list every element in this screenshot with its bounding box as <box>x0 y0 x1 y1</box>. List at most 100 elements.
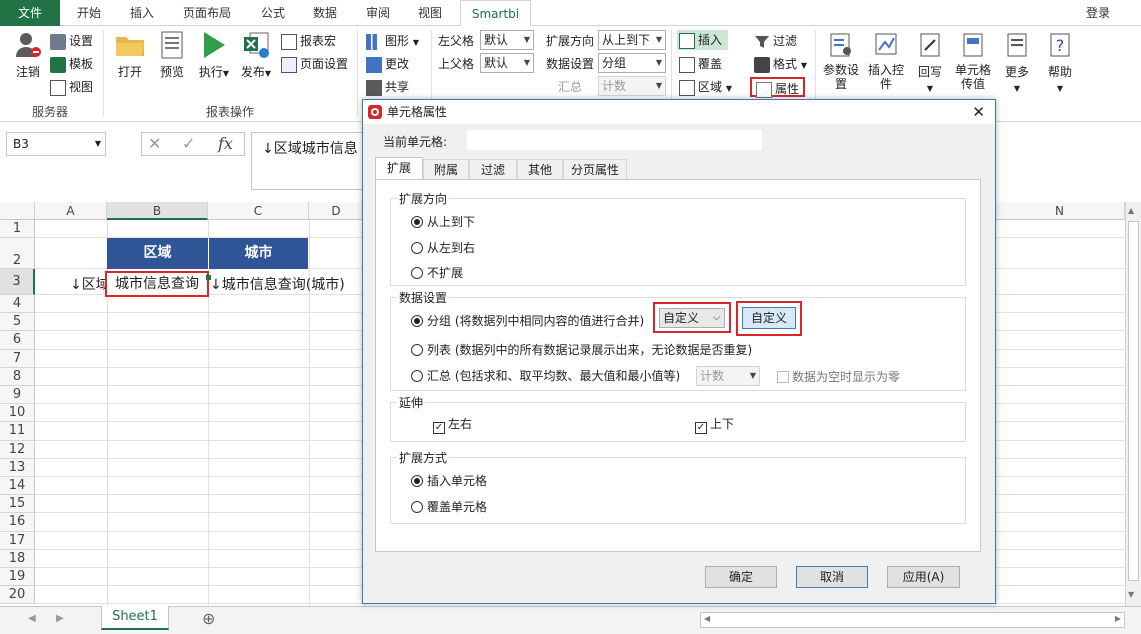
row-header[interactable]: 17 <box>0 531 35 550</box>
dialog-tab-pagination[interactable]: 分页属性 <box>563 159 627 179</box>
confirm-formula-icon[interactable]: ✓ <box>182 133 195 155</box>
column-header[interactable]: N <box>995 202 1125 220</box>
cancel-button[interactable]: 取消 <box>796 566 868 588</box>
column-header[interactable]: B <box>107 202 208 220</box>
cancel-formula-icon[interactable]: ✕ <box>148 133 161 155</box>
row-header[interactable]: 15 <box>0 495 35 514</box>
cover-mode-button[interactable]: 覆盖 <box>679 54 722 74</box>
close-icon[interactable]: ✕ <box>972 100 985 124</box>
cell-b2[interactable]: 区域 <box>107 238 208 269</box>
open-button[interactable]: 打开 <box>110 30 150 80</box>
scroll-up-icon[interactable]: ▲ <box>1128 206 1134 215</box>
row-header[interactable]: 3 <box>0 269 35 295</box>
summary-select[interactable]: 计数 ▼ <box>598 76 666 96</box>
param-settings-button[interactable]: 参数设置 <box>820 30 862 91</box>
tab-home[interactable]: 开始 <box>64 0 114 26</box>
sheet-tab-sheet1[interactable]: Sheet1 <box>101 606 169 630</box>
column-header[interactable]: C <box>208 202 309 220</box>
extend-up-down-checkbox[interactable]: ✓ 上下 <box>695 415 734 434</box>
ok-button[interactable]: 确定 <box>705 566 777 588</box>
row-header[interactable]: 9 <box>0 386 35 405</box>
radio-left-to-right[interactable]: 从左到右 <box>411 240 475 256</box>
scroll-down-icon[interactable]: ▼ <box>1128 590 1134 599</box>
row-header[interactable]: 16 <box>0 513 35 532</box>
tab-page-layout[interactable]: 页面布局 <box>174 0 240 26</box>
tab-insert[interactable]: 插入 <box>117 0 167 26</box>
row-header[interactable]: 5 <box>0 313 35 332</box>
cell-properties-button[interactable]: 属性 <box>750 77 806 98</box>
row-header[interactable]: 4 <box>0 295 35 314</box>
row-header[interactable]: 8 <box>0 367 35 386</box>
summary-type-select[interactable]: 计数 ▼ <box>696 366 760 386</box>
scroll-thumb[interactable] <box>1128 221 1139 581</box>
cell-c2[interactable]: 城市 <box>208 238 308 269</box>
vertical-scrollbar[interactable]: ▲ ▼ <box>1125 202 1141 606</box>
row-header[interactable]: 18 <box>0 549 35 568</box>
tab-file[interactable]: 文件 <box>0 0 60 26</box>
report-macro-button[interactable]: 报表宏 <box>281 31 336 51</box>
insert-control-button[interactable]: 插入控件 <box>865 30 907 91</box>
page-setup-button[interactable]: 页面设置 <box>281 54 348 74</box>
scroll-right-icon[interactable]: ▶ <box>1115 614 1121 623</box>
settings-button[interactable]: 设置 <box>50 31 93 51</box>
row-header[interactable]: 7 <box>0 349 35 368</box>
row-header[interactable]: 1 <box>0 220 35 238</box>
tab-data[interactable]: 数据 <box>300 0 350 26</box>
sheet-next-icon[interactable]: ▶ <box>56 613 64 624</box>
row-header[interactable]: 6 <box>0 331 35 350</box>
help-button[interactable]: ? 帮助 ▼ <box>1040 30 1080 94</box>
name-box[interactable]: B3 ▼ <box>6 132 106 156</box>
preview-button[interactable]: 预览 <box>152 30 192 80</box>
up-parent-select[interactable]: 默认 ▼ <box>480 53 534 73</box>
radio-list[interactable]: 列表 (数据列中的所有数据记录展示出来，无论数据是否重复) <box>411 342 752 358</box>
template-button[interactable]: 模板 <box>50 54 93 74</box>
scroll-left-icon[interactable]: ◀ <box>704 614 710 623</box>
row-header[interactable]: 2 <box>0 238 35 269</box>
radio-group[interactable]: 分组 (将数据列中相同内容的值进行合并) <box>411 313 644 329</box>
dialog-tab-expand[interactable]: 扩展 <box>375 157 423 179</box>
login-link[interactable]: 登录 <box>1078 0 1118 26</box>
expand-direction-select[interactable]: 从上到下 ▼ <box>598 30 666 50</box>
radio-top-to-bottom[interactable]: 从上到下 <box>411 214 475 230</box>
left-parent-select[interactable]: 默认 ▼ <box>480 30 534 50</box>
format-button[interactable]: 格式 ▼ <box>754 54 807 74</box>
row-header[interactable]: 12 <box>0 440 35 459</box>
insert-function-icon[interactable]: fx <box>218 133 233 155</box>
filter-button[interactable]: 过滤 <box>754 31 797 51</box>
tab-review[interactable]: 审阅 <box>353 0 403 26</box>
more-button[interactable]: 更多 ▼ <box>997 30 1037 94</box>
tab-formulas[interactable]: 公式 <box>248 0 298 26</box>
extend-left-right-checkbox[interactable]: ✓ 左右 <box>433 415 472 434</box>
cell-value-pass-button[interactable]: 单元格传值 <box>953 30 993 91</box>
row-header[interactable]: 20 <box>0 586 35 605</box>
radio-cover-cell[interactable]: 覆盖单元格 <box>411 499 487 515</box>
insert-mode-button[interactable]: 插入 <box>677 30 729 50</box>
cell-b3[interactable]: 城市信息查询 <box>105 271 209 297</box>
dialog-tab-other[interactable]: 其他 <box>517 159 563 179</box>
row-header[interactable]: 10 <box>0 404 35 423</box>
area-button[interactable]: 区域 ▼ <box>679 77 732 97</box>
radio-no-expand[interactable]: 不扩展 <box>411 265 463 281</box>
radio-insert-cell[interactable]: 插入单元格 <box>411 473 487 489</box>
column-header[interactable]: A <box>35 202 107 220</box>
group-custom-button[interactable]: 自定义 <box>742 307 796 329</box>
group-custom-select[interactable]: 自定义 ⌵ <box>659 308 725 328</box>
publish-button[interactable]: 发布▼ <box>236 30 276 80</box>
row-header[interactable]: 19 <box>0 568 35 587</box>
horizontal-scrollbar[interactable]: ◀ ▶ <box>700 612 1125 628</box>
change-button[interactable]: 更改 <box>366 54 409 74</box>
row-header[interactable]: 14 <box>0 477 35 496</box>
row-header[interactable]: 13 <box>0 458 35 477</box>
logout-button[interactable]: 注销 <box>8 30 48 80</box>
writeback-button[interactable]: 回写 ▼ <box>910 30 950 94</box>
execute-button[interactable]: 执行▼ <box>194 30 234 80</box>
select-all-corner[interactable] <box>0 202 35 220</box>
view-button[interactable]: 视图 <box>50 77 93 97</box>
tab-view[interactable]: 视图 <box>405 0 455 26</box>
formula-input[interactable]: ↓区域城市信息 <box>251 132 371 190</box>
share-button[interactable]: 共享 <box>366 77 409 97</box>
sheet-prev-icon[interactable]: ◀ <box>28 613 36 624</box>
dialog-tab-filter[interactable]: 过滤 <box>469 159 517 179</box>
cell-c3[interactable]: ↓城市信息查询(城市) <box>210 274 345 294</box>
data-setting-select[interactable]: 分组 ▼ <box>598 53 666 73</box>
